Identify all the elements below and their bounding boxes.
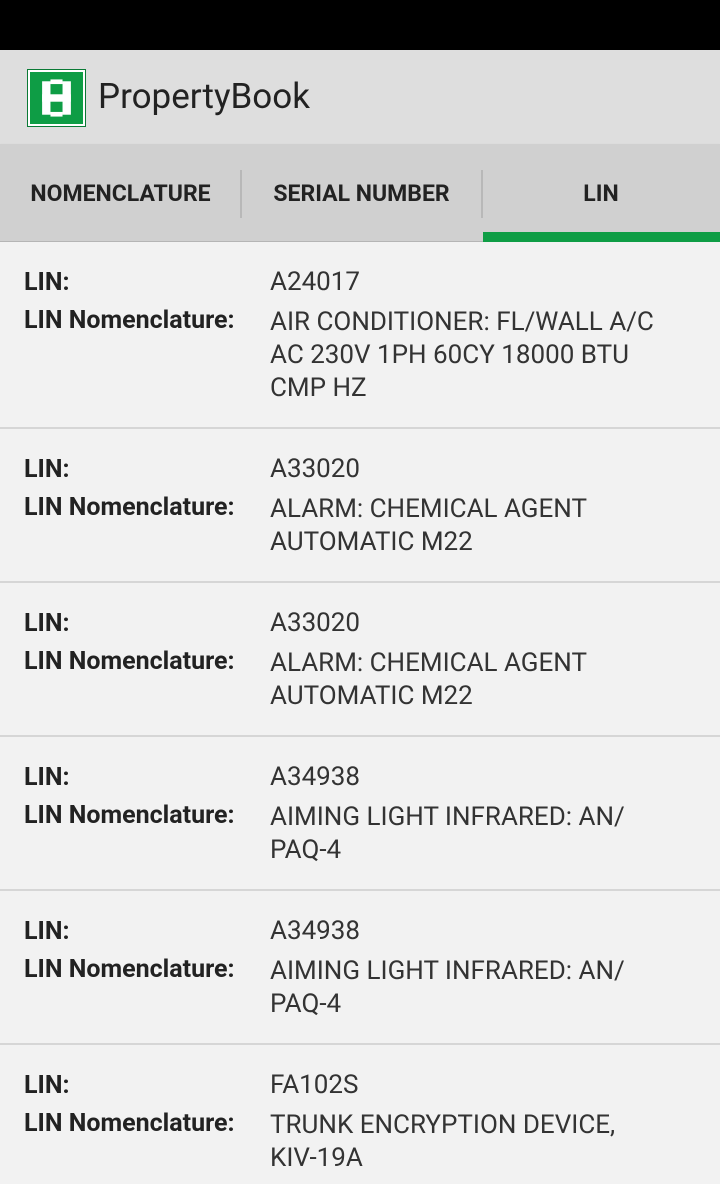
nomenclature-line: AIMING LIGHT INFRARED: AN/ bbox=[270, 956, 625, 986]
status-bar bbox=[0, 0, 720, 50]
lin-nomenclature-value: AIMING LIGHT INFRARED: AN/PAQ-4 bbox=[270, 801, 700, 867]
nomenclature-line: PAQ-4 bbox=[270, 989, 342, 1019]
lin-value: A33020 bbox=[270, 454, 361, 484]
lin-value: A34938 bbox=[270, 916, 361, 946]
lin-nomenclature-label: LIN Nomenclature: bbox=[24, 801, 235, 830]
nomenclature-line: AIMING LIGHT INFRARED: AN/ bbox=[270, 802, 625, 832]
list-item[interactable]: LIN: A34938 LIN Nomenclature: AIMING LIGHT … bbox=[0, 891, 720, 1045]
lin-value: A33020 bbox=[270, 608, 361, 638]
lin-nomenclature-label: LIN Nomenclature: bbox=[24, 493, 235, 522]
app-logo-icon bbox=[28, 70, 85, 126]
lin-nomenclature-label: LIN Nomenclature: bbox=[24, 306, 235, 335]
lin-nomenclature-value: ALARM: CHEMICAL AGENT AUTOMATIC M22 bbox=[270, 647, 700, 713]
lin-value: A34938 bbox=[270, 762, 361, 792]
nomenclature-line: PAQ-4 bbox=[270, 835, 342, 865]
nomenclature-line: ALARM: CHEMICAL AGENT bbox=[270, 494, 587, 524]
lin-nomenclature-label: LIN Nomenclature: bbox=[24, 647, 235, 676]
nomenclature-line: AUTOMATIC M22 bbox=[270, 527, 473, 557]
nomenclature-line: KIV-19A bbox=[270, 1143, 363, 1173]
selected-tab-indicator bbox=[483, 232, 720, 242]
list-item[interactable]: LIN: A24017 LIN Nomenclature: AIR CONDITION… bbox=[0, 242, 720, 429]
lin-value: A24017 bbox=[270, 267, 361, 297]
nomenclature-line: AIR CONDITIONER: FL/WALL A/C bbox=[270, 307, 654, 337]
tab-lin[interactable]: LIN bbox=[482, 144, 720, 242]
lin-value: FA102S bbox=[270, 1070, 359, 1100]
app-title: PropertyBook bbox=[98, 76, 310, 117]
lin-label: LIN: bbox=[24, 609, 70, 638]
lin-nomenclature-value: TRUNK ENCRYPTION DEVICE, KIV-19A bbox=[270, 1109, 700, 1175]
nomenclature-line: AUTOMATIC M22 bbox=[270, 681, 473, 711]
lin-list[interactable]: LIN: A24017 LIN Nomenclature: AIR CONDITION… bbox=[0, 242, 720, 1184]
nomenclature-line: ALARM: CHEMICAL AGENT bbox=[270, 648, 587, 678]
list-item[interactable]: LIN: A33020 LIN Nomenclature: ALARM: CHEMIC… bbox=[0, 583, 720, 737]
action-bar: PropertyBook bbox=[0, 50, 720, 144]
lin-label: LIN: bbox=[24, 455, 70, 484]
lin-nomenclature-value: AIMING LIGHT INFRARED: AN/PAQ-4 bbox=[270, 955, 700, 1021]
lin-label: LIN: bbox=[24, 917, 70, 946]
lin-nomenclature-value: ALARM: CHEMICAL AGENT AUTOMATIC M22 bbox=[270, 493, 700, 559]
lin-nomenclature-value: AIR CONDITIONER: FL/WALL A/C AC 230V 1PH … bbox=[270, 306, 700, 405]
list-item[interactable]: LIN: A33020 LIN Nomenclature: ALARM: CHEMIC… bbox=[0, 429, 720, 583]
tab-bar: NOMENCLATURE SERIAL NUMBER LIN bbox=[0, 144, 720, 242]
lin-label: LIN: bbox=[24, 1071, 70, 1100]
list-item[interactable]: LIN: FA102S LIN Nomenclature: TRUNK ENCRYPT… bbox=[0, 1045, 720, 1184]
tab-serial-number[interactable]: SERIAL NUMBER bbox=[241, 144, 482, 242]
lin-label: LIN: bbox=[24, 268, 70, 297]
lin-nomenclature-label: LIN Nomenclature: bbox=[24, 1109, 235, 1138]
lin-nomenclature-label: LIN Nomenclature: bbox=[24, 955, 235, 984]
list-item[interactable]: LIN: A34938 LIN Nomenclature: AIMING LIGHT … bbox=[0, 737, 720, 891]
lin-label: LIN: bbox=[24, 763, 70, 792]
nomenclature-line: TRUNK ENCRYPTION DEVICE, bbox=[270, 1110, 616, 1140]
nomenclature-line: CMP HZ bbox=[270, 373, 367, 403]
tab-nomenclature[interactable]: NOMENCLATURE bbox=[0, 144, 241, 242]
nomenclature-line: AC 230V 1PH 60CY 18000 BTU bbox=[270, 340, 629, 370]
